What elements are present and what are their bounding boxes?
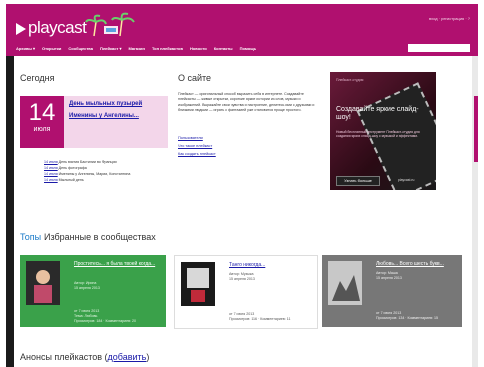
search-input[interactable] <box>408 44 470 52</box>
minor-event-text: Мыльный день <box>58 178 84 182</box>
card-footer-2: Просмотров: 116 · Комментариев: 11 <box>229 317 291 321</box>
playcast-card[interactable]: Танго никогда... Автор: Музыка 15 апреля… <box>174 255 318 329</box>
announce-close: ) <box>146 352 150 362</box>
nav-item-communities[interactable]: Сообщества <box>68 46 93 51</box>
event-link-1[interactable]: День мыльных пузырей <box>69 101 142 107</box>
about-link-how[interactable]: Как создать плейкаст <box>178 152 216 156</box>
minor-event-row: 14 июля День фотографа <box>44 166 87 170</box>
minor-event-date[interactable]: 14 июля <box>44 178 58 182</box>
minor-event-row: 14 июля Именины у Ангелины, Марии, Конст… <box>44 172 130 176</box>
card-footer-3: Просмотров: 184 · Комментариев: 20 <box>74 319 137 323</box>
card-title[interactable]: Проститесь... я была твоей когда... <box>74 261 160 267</box>
card-thumbnail <box>181 262 215 306</box>
about-link-users[interactable]: Пользователи <box>178 136 203 140</box>
event-link-2[interactable]: Именины у Ангелины... <box>69 113 139 119</box>
announce-add-link[interactable]: добавить <box>108 352 147 362</box>
card-footer-2: Тема: Любовь <box>74 314 98 318</box>
card-author: Автор: Музыка <box>229 272 254 276</box>
promo-label: Плейкаст-студия <box>336 78 364 82</box>
date-badge: 14 июля <box>20 96 64 148</box>
today-events: День мыльных пузырей Именины у Ангелины.… <box>64 96 168 148</box>
date-day: 14 <box>28 99 56 126</box>
card-date: 15 апреля 2013 <box>74 286 100 290</box>
announce-heading: Анонсы плейкастов (добавить) <box>20 352 149 362</box>
tab-tops[interactable]: Топы <box>20 232 41 242</box>
nav-item-archives[interactable]: Архивы ▾ <box>16 46 35 51</box>
minor-event-text: День фотографа <box>58 166 87 170</box>
card-author: Автор: Ирина <box>74 281 97 285</box>
nav-item-cards[interactable]: Открытки <box>42 46 61 51</box>
minor-event-date[interactable]: 14 июля <box>44 160 58 164</box>
nav-item-shop[interactable]: Магазин <box>129 46 145 51</box>
minor-event-date[interactable]: 14 июля <box>44 166 58 170</box>
site-logo[interactable]: playcast <box>28 18 87 38</box>
palm-tree-logo-icon <box>85 12 135 37</box>
promo-button[interactable]: Узнать больше <box>336 176 380 186</box>
card-author: Автор: Маша <box>376 271 398 275</box>
minor-event-row: 14 июля Мыльный день <box>44 178 84 182</box>
card-date: 15 апреля 2013 <box>229 277 255 281</box>
user-links[interactable]: вход · регистрация · ? <box>429 16 470 21</box>
tab-favorites[interactable]: Избранные в сообществах <box>44 232 156 242</box>
nav-item-help[interactable]: Помощь <box>240 46 256 51</box>
card-thumbnail <box>328 261 362 305</box>
minor-event-text: День взятия Бастилии во Франции <box>58 160 117 164</box>
playcast-card[interactable]: Любовь... Всего шесть букв... Автор: Маш… <box>322 255 462 327</box>
date-month: июля <box>33 126 51 133</box>
scrollbar-thumb[interactable] <box>474 96 478 162</box>
promo-tag: playcast.ru <box>398 178 415 182</box>
playcast-card[interactable]: Проститесь... я была твоей когда... Авто… <box>20 255 166 327</box>
card-footer-1: от 7 июля 2013 <box>74 309 100 313</box>
nav-item-contacts[interactable]: Контакты <box>214 46 233 51</box>
card-footer-2: Просмотров: 134 · Комментариев: 15 <box>376 316 439 320</box>
promo-subtitle: Новый бесплатный инструмент Плейкаст-сту… <box>336 130 420 139</box>
site-header: playcast вход · регистрация · ? Архивы ▾… <box>6 4 478 56</box>
about-link-what[interactable]: Что такое плейкаст <box>178 144 212 148</box>
card-thumbnail <box>26 261 60 305</box>
card-date: 15 апреля 2013 <box>376 276 402 280</box>
minor-event-text: Именины у Ангелины, Марии, Константина <box>58 172 131 176</box>
page-frame: playcast вход · регистрация · ? Архивы ▾… <box>6 4 478 367</box>
about-text: Плейкаст — оригинальный способ выразить … <box>178 92 315 113</box>
nav-item-news[interactable]: Новости <box>190 46 207 51</box>
card-footer-1: от 7 июля 2013 <box>376 311 402 315</box>
play-logo-icon <box>16 23 26 35</box>
announce-text: Анонсы плейкастов ( <box>20 352 108 362</box>
card-footer-1: от 7 июля 2013 <box>229 312 255 316</box>
main-nav: Архивы ▾ Открытки Сообщества Плейкаст ▾ … <box>16 46 256 51</box>
nav-item-top[interactable]: Топ плейкастов <box>152 46 183 51</box>
nav-item-playcast[interactable]: Плейкаст ▾ <box>100 46 122 51</box>
today-heading: Сегодня <box>20 73 55 83</box>
main-content: Сегодня 14 июля День мыльных пузырей Име… <box>20 56 466 367</box>
left-dark-border <box>6 56 14 367</box>
card-title[interactable]: Танго никогда... <box>229 262 315 268</box>
card-title[interactable]: Любовь... Всего шесть букв... <box>376 261 462 267</box>
promo-title: Создавайте яркие слайд-шоу! <box>336 106 419 121</box>
minor-event-date[interactable]: 14 июля <box>44 172 58 176</box>
promo-banner[interactable]: Плейкаст-студия Создавайте яркие слайд-ш… <box>330 72 436 190</box>
minor-event-row: 14 июля День взятия Бастилии во Франции <box>44 160 117 164</box>
about-heading: О сайте <box>178 73 212 83</box>
